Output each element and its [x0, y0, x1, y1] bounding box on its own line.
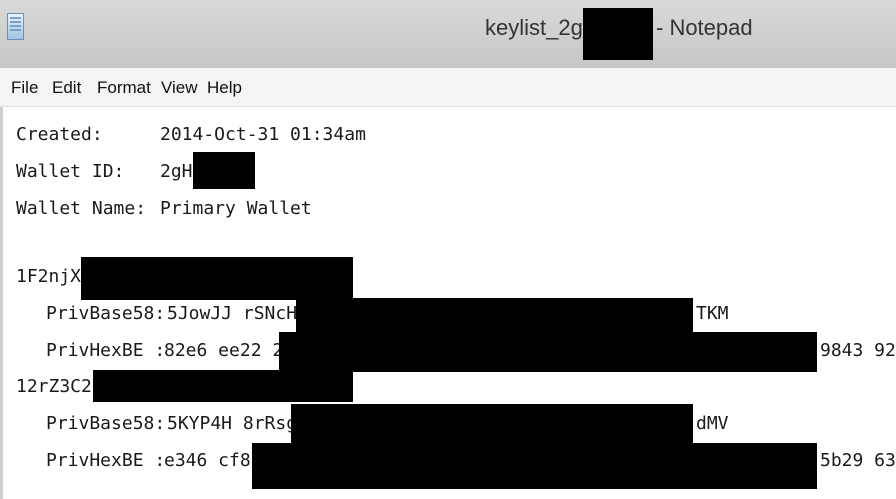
privhexbe-label-1: PrivHexBE : — [46, 340, 166, 361]
privbase58-label-2: PrivBase58: — [46, 413, 166, 434]
privbase58-end-2: dMV — [696, 413, 729, 434]
privhexbe-label-2: PrivHexBE : — [46, 450, 166, 471]
title-redaction — [583, 8, 653, 60]
address-1-redaction — [81, 257, 353, 300]
privbase58-label-1: PrivBase58: — [46, 303, 166, 324]
privhexbe-1-redaction — [279, 332, 817, 372]
privhexbe-end-2: 5b29 63 — [820, 450, 896, 471]
menu-help[interactable]: Help — [207, 78, 242, 98]
window-title-prefix: keylist_2gH — [485, 15, 599, 40]
notepad-icon — [7, 13, 24, 40]
wallet-name-value: Primary Wallet — [160, 198, 312, 219]
menu-bar: File Edit Format View Help — [0, 68, 896, 107]
privbase58-2-redaction — [291, 404, 693, 444]
privhexbe-2-redaction — [252, 443, 817, 489]
text-editor[interactable]: Created: 2014-Oct-31 01:34am Wallet ID: … — [0, 107, 896, 499]
wallet-name-label: Wallet Name: — [16, 198, 147, 219]
address-2: 12rZ3C2 — [16, 376, 92, 397]
wallet-id-label: Wallet ID: — [16, 161, 125, 182]
privbase58-end-1: TKM — [696, 303, 729, 324]
menu-file[interactable]: File — [11, 78, 38, 98]
wallet-id-value: 2gH — [160, 161, 193, 182]
created-value: 2014-Oct-31 01:34am — [160, 124, 366, 145]
address-1: 1F2njX — [16, 266, 82, 287]
privbase58-1-redaction — [296, 298, 693, 332]
menu-format[interactable]: Format — [97, 78, 151, 98]
menu-edit[interactable]: Edit — [52, 78, 81, 98]
title-bar[interactable]: keylist_2gH - Notepad — [0, 0, 896, 68]
privbase58-start-2: 5KYP4H 8rRsgy — [167, 413, 308, 434]
address-2-redaction — [93, 370, 353, 402]
window-title-suffix: - Notepad — [656, 15, 753, 40]
privhexbe-start-2: e346 cf8f — [164, 450, 262, 471]
window-left-border — [0, 107, 3, 499]
menu-view[interactable]: View — [161, 78, 198, 98]
privhexbe-end-1: 9843 92 — [820, 340, 896, 361]
wallet-id-redaction — [193, 152, 255, 189]
privbase58-start-1: 5JowJJ rSNcHo — [167, 303, 308, 324]
created-label: Created: — [16, 124, 103, 145]
